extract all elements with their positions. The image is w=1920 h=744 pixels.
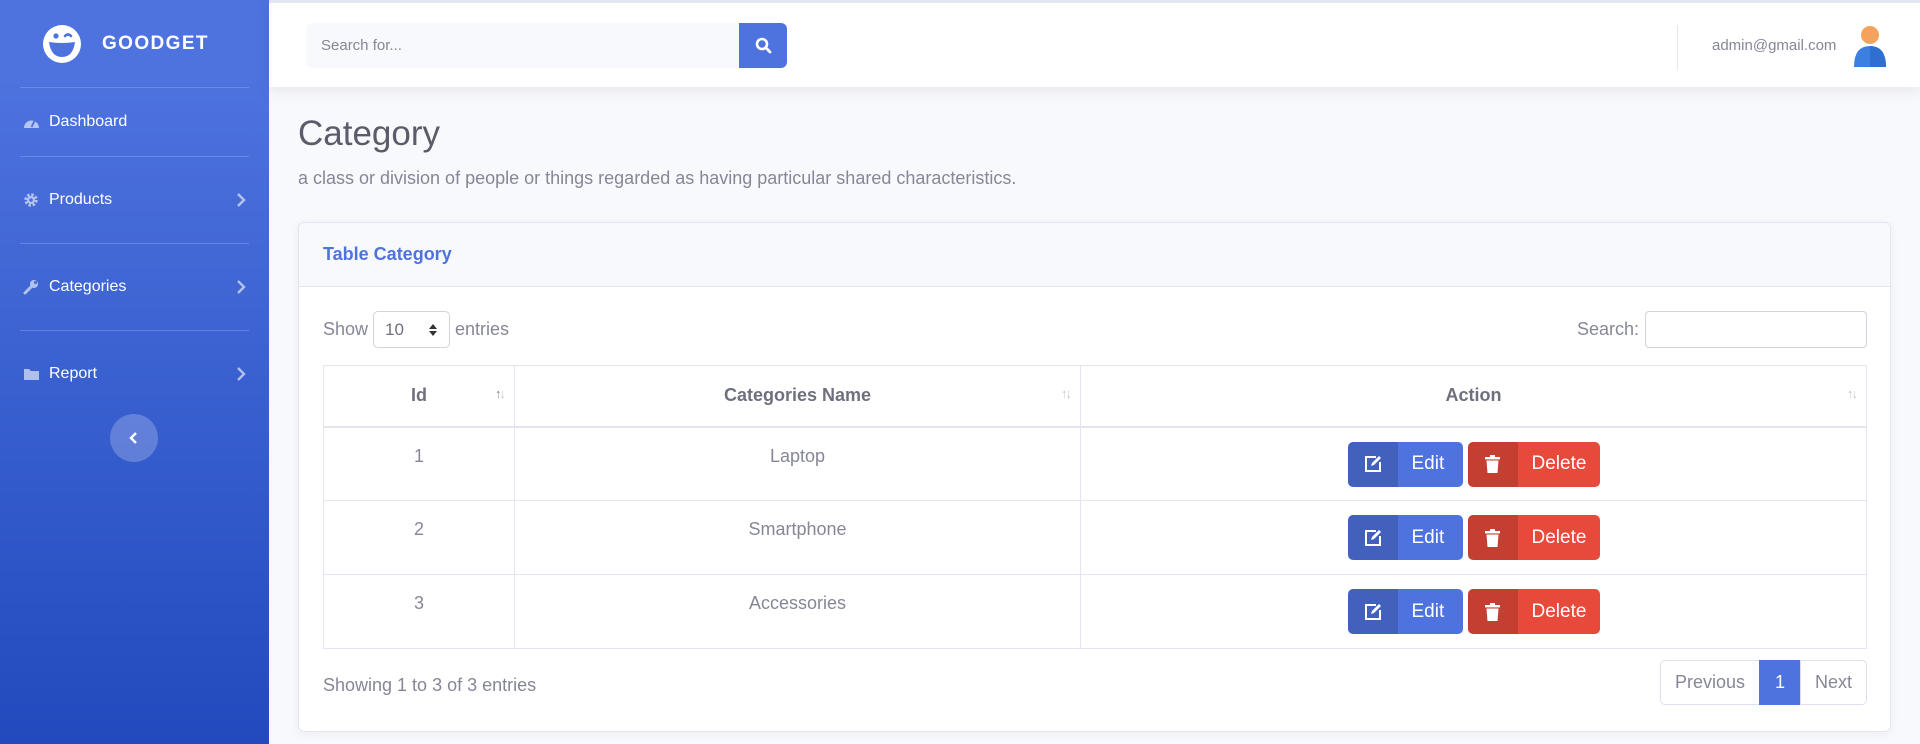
pagination-next[interactable]: Next [1799, 660, 1867, 705]
sort-icon: ↑↓ [1061, 386, 1072, 401]
cell-actions: Edit Delete [1080, 574, 1867, 649]
chevron-right-icon [237, 280, 246, 294]
column-header-id[interactable]: Id ↑↓ [323, 365, 515, 428]
topbar-divider [1677, 25, 1678, 69]
delete-button[interactable]: Delete [1467, 589, 1600, 634]
page-description: a class or division of people or things … [298, 168, 1017, 188]
sort-icon: ↑↓ [495, 386, 506, 401]
trash-icon [1467, 589, 1518, 634]
pagination-previous[interactable]: Previous [1659, 660, 1760, 705]
brand[interactable]: GOODGET [0, 0, 269, 87]
pagination: Previous 1 Next [1659, 660, 1867, 705]
show-label: Show [323, 319, 369, 339]
sidebar-item-dashboard[interactable]: Dashboard [0, 88, 269, 156]
laugh-wink-icon [43, 24, 81, 63]
page-title: Category [298, 114, 441, 153]
folder-icon [22, 365, 40, 383]
edit-icon [1347, 515, 1398, 560]
page-length-value: 10 [385, 319, 404, 339]
column-header-action[interactable]: Action ↑↓ [1080, 365, 1867, 428]
tachometer-icon [22, 113, 40, 131]
page-length-select[interactable]: 10 [373, 311, 451, 348]
cell-category-name: Accessories [514, 574, 1081, 649]
column-header-categories-name[interactable]: Categories Name ↑↓ [514, 365, 1081, 428]
chevron-right-icon [237, 367, 246, 381]
sidebar-item-report[interactable]: Report [0, 331, 269, 417]
sidebar-item-label: Report [49, 365, 98, 382]
edit-button[interactable]: Edit [1347, 441, 1463, 487]
delete-label: Delete [1531, 600, 1587, 622]
edit-label: Edit [1411, 453, 1445, 474]
edit-button[interactable]: Edit [1347, 589, 1463, 634]
search-input[interactable] [306, 23, 739, 68]
table-filter: Search: [1577, 311, 1867, 348]
chevron-left-icon [129, 432, 137, 444]
topbar: admin@gmail.com [269, 0, 1920, 87]
category-table-card: Table Category Show 10 entries Search: I… [298, 222, 1891, 732]
user-email[interactable]: admin@gmail.com [1712, 37, 1836, 54]
entries-length-control: Show 10 entries [323, 311, 509, 348]
sidebar-toggle-button[interactable] [110, 414, 158, 462]
sort-icon: ↑↓ [1847, 386, 1858, 401]
table-info: Showing 1 to 3 of 3 entries [323, 675, 537, 695]
chevron-right-icon [237, 193, 246, 207]
trash-icon [1467, 515, 1518, 560]
sidebar-item-label: Categories [49, 278, 127, 295]
cell-actions: Edit Delete [1080, 500, 1867, 575]
search-button[interactable] [739, 23, 787, 68]
delete-label: Delete [1531, 453, 1587, 474]
cell-category-name: Smartphone [514, 500, 1081, 575]
sidebar-item-products[interactable]: Products [0, 157, 269, 243]
delete-button[interactable]: Delete [1467, 441, 1600, 487]
topbar-search [306, 23, 787, 68]
cell-category-name: Laptop [514, 426, 1081, 501]
cell-id: 3 [323, 574, 515, 649]
wrench-icon [22, 278, 40, 296]
sidebar-item-label: Dashboard [49, 113, 128, 130]
delete-label: Delete [1531, 526, 1587, 548]
delete-button[interactable]: Delete [1467, 515, 1600, 560]
card-title: Table Category [323, 244, 452, 264]
edit-icon [1347, 441, 1398, 487]
trash-icon [1467, 441, 1518, 487]
search-icon [755, 37, 771, 54]
gear-icon [22, 191, 40, 209]
sidebar-item-categories[interactable]: Categories [0, 244, 269, 330]
cell-id: 2 [323, 500, 515, 575]
edit-label: Edit [1411, 526, 1445, 548]
sort-arrows-icon [429, 324, 438, 336]
card-header: Table Category [299, 223, 1890, 287]
table-row: 2 Smartphone Edit Delete [323, 500, 1867, 575]
entries-label: entries [455, 319, 510, 339]
category-table: Id ↑↓ Categories Name ↑↓ Action ↑↓ 1 Lap… [323, 365, 1867, 649]
user-avatar-icon[interactable] [1851, 25, 1889, 67]
sidebar-item-label: Products [49, 191, 113, 208]
brand-name: GOODGET [102, 32, 209, 54]
edit-button[interactable]: Edit [1347, 515, 1463, 560]
sidebar: GOODGET Dashboard Products Categories Re… [0, 0, 269, 744]
edit-label: Edit [1411, 600, 1445, 622]
search-label: Search: [1576, 319, 1639, 339]
table-row: 1 Laptop Edit Delete [323, 426, 1867, 501]
pagination-page[interactable]: 1 [1758, 660, 1801, 705]
table-search-input[interactable] [1645, 311, 1867, 348]
cell-id: 1 [323, 426, 515, 501]
table-header-row: Id ↑↓ Categories Name ↑↓ Action ↑↓ [323, 365, 1867, 428]
table-row: 3 Accessories Edit Delete [323, 574, 1867, 649]
edit-icon [1347, 589, 1398, 634]
cell-actions: Edit Delete [1080, 426, 1867, 501]
